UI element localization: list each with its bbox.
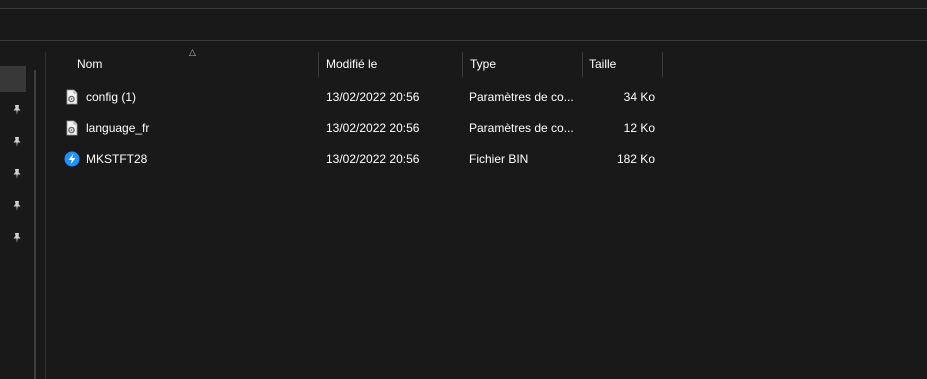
column-separator[interactable] — [462, 52, 463, 77]
file-modified: 13/02/2022 20:56 — [326, 121, 420, 135]
file-type: Paramètres de co... — [469, 90, 574, 104]
column-separator[interactable] — [662, 52, 663, 77]
file-name: MKSTFT28 — [86, 152, 148, 166]
file-type: Paramètres de co... — [469, 121, 574, 135]
column-separator[interactable] — [582, 52, 583, 77]
file-row[interactable]: language_fr 13/02/2022 20:56 Paramètres … — [46, 113, 927, 144]
settings-file-icon — [66, 120, 78, 136]
title-bar — [0, 0, 927, 9]
column-header-row: △ Nom Modifié le Type Taille — [46, 47, 927, 78]
file-modified: 13/02/2022 20:56 — [326, 152, 420, 166]
file-list-pane: △ Nom Modifié le Type Taille config (1) … — [46, 41, 927, 379]
file-size: 12 Ko — [623, 121, 655, 135]
nav-scrollbar[interactable] — [34, 70, 36, 379]
file-size: 182 Ko — [616, 152, 655, 166]
pin-icon[interactable] — [11, 232, 23, 244]
column-header-name[interactable]: Nom — [77, 51, 317, 78]
column-header-size[interactable]: Taille — [589, 51, 661, 78]
file-type: Fichier BIN — [469, 152, 529, 166]
settings-file-icon — [66, 89, 78, 105]
file-name: language_fr — [86, 121, 150, 135]
column-separator[interactable] — [318, 52, 319, 77]
file-explorer-window: △ Nom Modifié le Type Taille config (1) … — [0, 0, 927, 379]
pin-icon[interactable] — [11, 104, 23, 116]
file-row[interactable]: config (1) 13/02/2022 20:56 Paramètres d… — [46, 82, 927, 113]
pin-icon[interactable] — [11, 136, 23, 148]
file-size: 34 Ko — [623, 90, 655, 104]
pin-icon[interactable] — [11, 200, 23, 212]
file-row[interactable]: MKSTFT28 13/02/2022 20:56 Fichier BIN 18… — [46, 144, 927, 175]
address-bar-area — [0, 9, 927, 41]
pin-icon[interactable] — [11, 168, 23, 180]
file-name: config (1) — [86, 90, 137, 104]
column-header-type[interactable]: Type — [470, 51, 580, 78]
file-modified: 13/02/2022 20:56 — [326, 90, 420, 104]
nav-selected-item[interactable] — [0, 66, 26, 92]
bin-file-icon — [64, 151, 80, 167]
column-header-modified[interactable]: Modifié le — [326, 51, 461, 78]
